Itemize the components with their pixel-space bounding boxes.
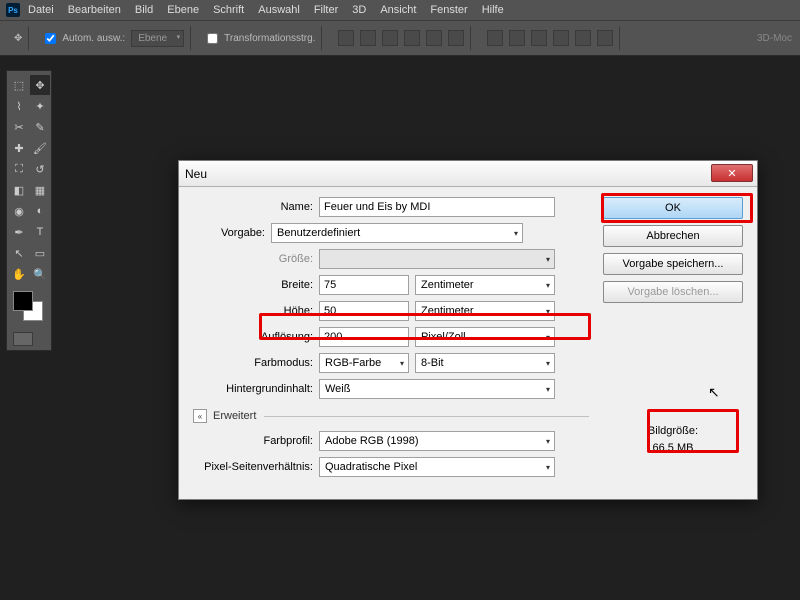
distribute-icon[interactable] <box>575 30 591 46</box>
color-swatches[interactable] <box>9 289 50 325</box>
width-input[interactable] <box>319 275 409 295</box>
pen-tool[interactable]: ✒ <box>9 222 29 242</box>
menu-filter[interactable]: Filter <box>314 4 338 16</box>
crop-tool[interactable]: ✂ <box>9 117 29 137</box>
gradient-tool[interactable]: ▦ <box>30 180 50 200</box>
quickmask-icon[interactable] <box>13 332 33 346</box>
preset-combo[interactable]: Benutzerdefiniert <box>271 223 523 243</box>
name-input[interactable] <box>319 197 555 217</box>
align-icon[interactable] <box>382 30 398 46</box>
align-icon[interactable] <box>426 30 442 46</box>
width-label: Breite: <box>193 279 319 291</box>
save-preset-button[interactable]: Vorgabe speichern... <box>603 253 743 275</box>
menu-bild[interactable]: Bild <box>135 4 153 16</box>
type-tool[interactable]: T <box>30 222 50 242</box>
bitdepth-combo[interactable]: 8-Bit <box>415 353 555 373</box>
menu-3d[interactable]: 3D <box>352 4 366 16</box>
height-input[interactable] <box>319 301 409 321</box>
name-label: Name: <box>193 201 319 213</box>
mode-3d-label: 3D-Moc <box>757 33 792 44</box>
distribute-icon[interactable] <box>531 30 547 46</box>
transform-controls-label: Transformationsstrg. <box>224 33 315 44</box>
dialog-titlebar[interactable]: Neu ✕ <box>179 161 757 187</box>
align-icon[interactable] <box>404 30 420 46</box>
menubar: Ps Datei Bearbeiten Bild Ebene Schrift Auswah… <box>0 0 800 20</box>
align-icon[interactable] <box>360 30 376 46</box>
advanced-header[interactable]: « Erweitert <box>193 409 589 423</box>
menu-bearbeiten[interactable]: Bearbeiten <box>68 4 121 16</box>
fg-swatch[interactable] <box>13 291 33 311</box>
size-label: Größe: <box>193 253 319 265</box>
resolution-unit-combo[interactable]: Pixel/Zoll <box>415 327 555 347</box>
image-size-info: Bildgröße: 66,5 MB <box>603 419 743 460</box>
collapse-icon[interactable]: « <box>193 409 207 423</box>
lasso-tool[interactable]: ⌇ <box>9 96 29 116</box>
path-tool[interactable]: ↖ <box>9 243 29 263</box>
colormode-label: Farbmodus: <box>193 357 319 369</box>
distribute-icon[interactable] <box>597 30 613 46</box>
distribute-icon[interactable] <box>509 30 525 46</box>
app-logo: Ps <box>6 3 20 17</box>
hand-tool[interactable]: ✋ <box>9 264 29 284</box>
auto-select-label: Autom. ausw.: <box>62 33 125 44</box>
resolution-label: Auflösung: <box>193 331 319 343</box>
new-document-dialog: Neu ✕ Name: Vorgabe: Benutzerdefiniert G… <box>178 160 758 500</box>
shape-tool[interactable]: ▭ <box>30 243 50 263</box>
blur-tool[interactable]: ◉ <box>9 201 29 221</box>
aspect-label: Pixel-Seitenverhältnis: <box>193 461 319 473</box>
menu-schrift[interactable]: Schrift <box>213 4 244 16</box>
width-unit-combo[interactable]: Zentimeter <box>415 275 555 295</box>
height-unit-combo[interactable]: Zentimeter <box>415 301 555 321</box>
transform-controls-checkbox[interactable] <box>207 33 218 44</box>
menu-ansicht[interactable]: Ansicht <box>380 4 416 16</box>
aspect-combo[interactable]: Quadratische Pixel <box>319 457 555 477</box>
colormode-combo[interactable]: RGB-Farbe <box>319 353 409 373</box>
menu-auswahl[interactable]: Auswahl <box>258 4 300 16</box>
height-label: Höhe: <box>193 305 319 317</box>
auto-select-checkbox[interactable] <box>45 33 56 44</box>
tool-palette: ⬚ ✥ ⌇ ✦ ✂ ✎ ✚ 🖌 ⛶ ↺ ◧ ▦ ◉ ◐ ✒ T ↖ ▭ ✋ 🔍 <box>6 70 52 351</box>
zoom-tool[interactable]: 🔍 <box>30 264 50 284</box>
preset-label: Vorgabe: <box>193 227 271 239</box>
ok-button[interactable]: OK <box>603 197 743 219</box>
distribute-icon[interactable] <box>487 30 503 46</box>
bg-combo[interactable]: Weiß <box>319 379 555 399</box>
wand-tool[interactable]: ✦ <box>30 96 50 116</box>
menu-fenster[interactable]: Fenster <box>430 4 467 16</box>
eyedropper-tool[interactable]: ✎ <box>30 117 50 137</box>
marquee-tool[interactable]: ⬚ <box>9 75 29 95</box>
dodge-tool[interactable]: ◐ <box>30 201 50 221</box>
menu-ebene[interactable]: Ebene <box>167 4 199 16</box>
distribute-icon[interactable] <box>553 30 569 46</box>
brush-tool[interactable]: 🖌 <box>30 138 50 158</box>
align-icon[interactable] <box>448 30 464 46</box>
dialog-title: Neu <box>185 167 207 181</box>
auto-select-target[interactable]: Ebene <box>131 30 184 47</box>
profile-label: Farbprofil: <box>193 435 319 447</box>
size-combo <box>319 249 555 269</box>
stamp-tool[interactable]: ⛶ <box>9 159 29 179</box>
cursor-icon: ↖ <box>708 384 720 401</box>
profile-combo[interactable]: Adobe RGB (1998) <box>319 431 555 451</box>
cancel-button[interactable]: Abbrechen <box>603 225 743 247</box>
delete-preset-button: Vorgabe löschen... <box>603 281 743 303</box>
history-tool[interactable]: ↺ <box>30 159 50 179</box>
align-icon[interactable] <box>338 30 354 46</box>
menu-datei[interactable]: Datei <box>28 4 54 16</box>
bg-label: Hintergrundinhalt: <box>193 383 319 395</box>
eraser-tool[interactable]: ◧ <box>9 180 29 200</box>
close-button[interactable]: ✕ <box>711 164 753 182</box>
options-bar: ✥ Autom. ausw.: Ebene Transformationsstr… <box>0 20 800 56</box>
resolution-input[interactable] <box>319 327 409 347</box>
move-tool-icon: ✥ <box>14 33 22 44</box>
menu-hilfe[interactable]: Hilfe <box>482 4 504 16</box>
move-tool[interactable]: ✥ <box>30 75 50 95</box>
heal-tool[interactable]: ✚ <box>9 138 29 158</box>
